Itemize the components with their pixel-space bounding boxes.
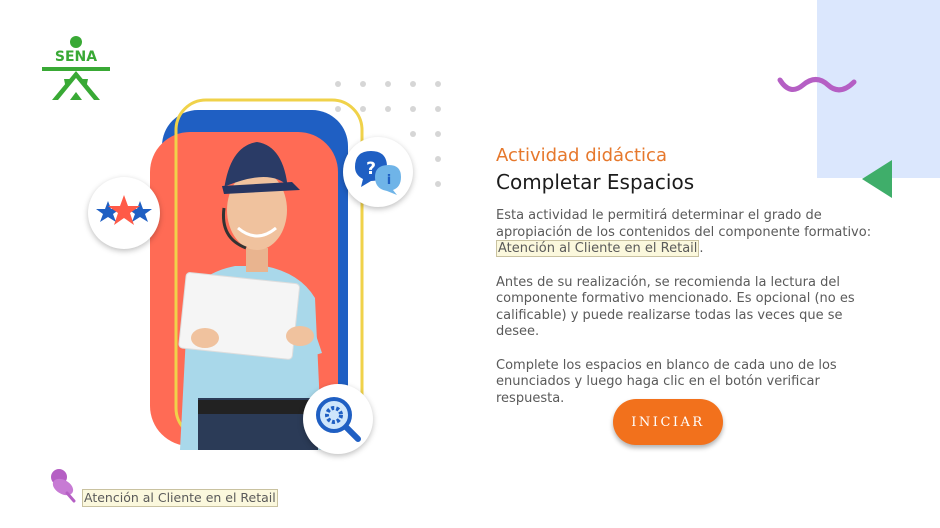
intro-paragraph: Esta actividad le permitirá determinar e…: [496, 208, 886, 258]
intro-text: Esta actividad le permitirá determinar e…: [496, 208, 872, 240]
intro-end: .: [699, 241, 704, 256]
footer-component-name[interactable]: Atención al Cliente en el Retail: [82, 489, 278, 507]
svg-text:i: i: [387, 173, 391, 188]
help-chat-icon: ? i: [355, 151, 401, 195]
stars-icon: [96, 195, 152, 225]
logo-text: SENA: [55, 49, 97, 65]
component-name-link[interactable]: Atención al Cliente en el Retail: [496, 240, 700, 257]
pushpin-icon: [51, 469, 76, 503]
activity-kicker: Actividad didáctica: [496, 145, 667, 166]
help-chat-badge: ? i: [343, 137, 413, 207]
wave-icon: [777, 77, 857, 93]
recommendation-paragraph: Antes de su realización, se recomienda l…: [496, 274, 855, 340]
magnifier-gear-icon: [316, 397, 361, 442]
sena-logo-icon: SENA: [42, 36, 110, 100]
activity-description: Actividad didáctica Completar Espacios E…: [496, 144, 886, 424]
search-gear-badge: [303, 384, 373, 454]
svg-text:?: ?: [366, 159, 376, 179]
start-button[interactable]: INICIAR: [613, 399, 723, 445]
stars-badge: [88, 177, 160, 249]
activity-title: Completar Espacios: [496, 170, 695, 194]
